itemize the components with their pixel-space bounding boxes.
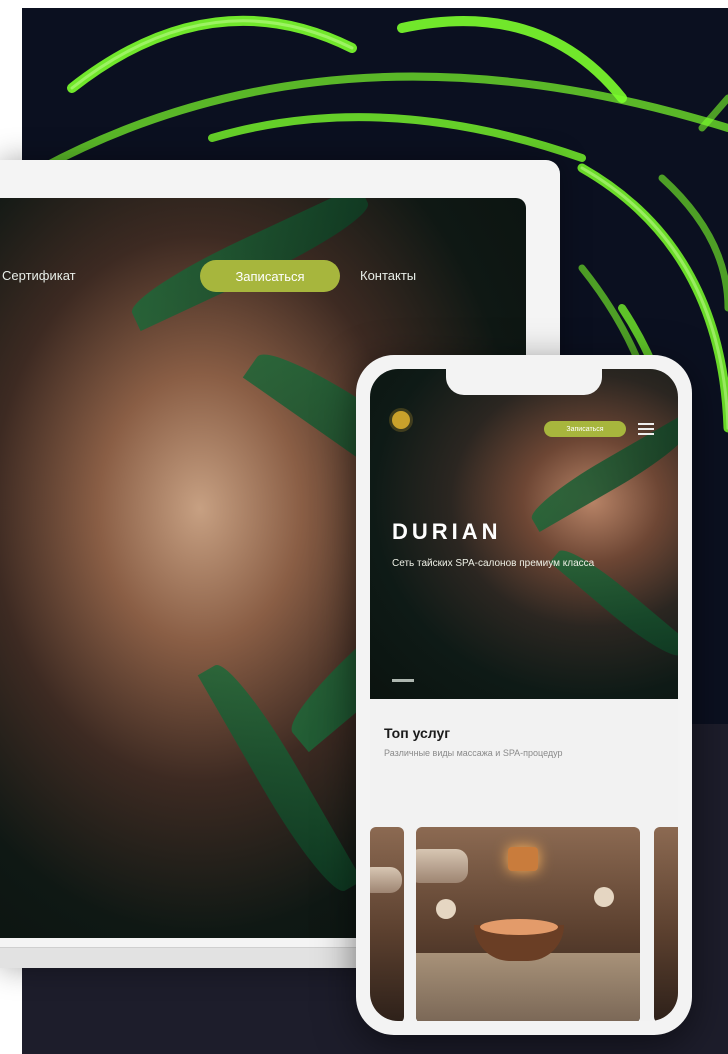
cloth [416, 953, 640, 1021]
services-section: Топ услуг Различные виды массажа и SPA-п… [370, 699, 678, 1021]
nav-certificate-link[interactable]: Сертификат [2, 268, 76, 283]
phone-book-button[interactable]: Записаться [544, 421, 626, 437]
towel [416, 849, 468, 883]
brand-title: DURIAN [392, 519, 502, 544]
candle [508, 847, 538, 871]
nav-book-button[interactable]: Записаться [200, 260, 340, 292]
services-subtitle: Различные виды массажа и SPA-процедур [384, 748, 563, 758]
slider-indicator [392, 679, 414, 682]
services-title: Топ услуг [384, 725, 451, 741]
towel [370, 867, 402, 893]
phone-mockup: Записаться DURIAN Сеть тайских SPA-салон… [356, 355, 692, 1035]
brand-tagline: Сеть тайских SPA-салонов премиум класса [392, 558, 595, 569]
nav-contacts-link[interactable]: Контакты [360, 268, 416, 283]
spa-ball [436, 899, 456, 919]
bowl-salt [480, 919, 558, 935]
logo-icon[interactable] [392, 411, 410, 429]
laptop-nav: Сертификат Записаться Контакты [0, 256, 526, 296]
service-card[interactable] [370, 827, 404, 1021]
phone-hero: Записаться DURIAN Сеть тайских SPA-салон… [370, 369, 678, 699]
menu-icon[interactable] [638, 423, 654, 435]
phone-notch [446, 369, 602, 395]
spa-ball [594, 887, 614, 907]
service-card[interactable] [654, 827, 678, 1021]
phone-screen: Записаться DURIAN Сеть тайских SPA-салон… [370, 369, 678, 1021]
service-card[interactable] [416, 827, 640, 1021]
